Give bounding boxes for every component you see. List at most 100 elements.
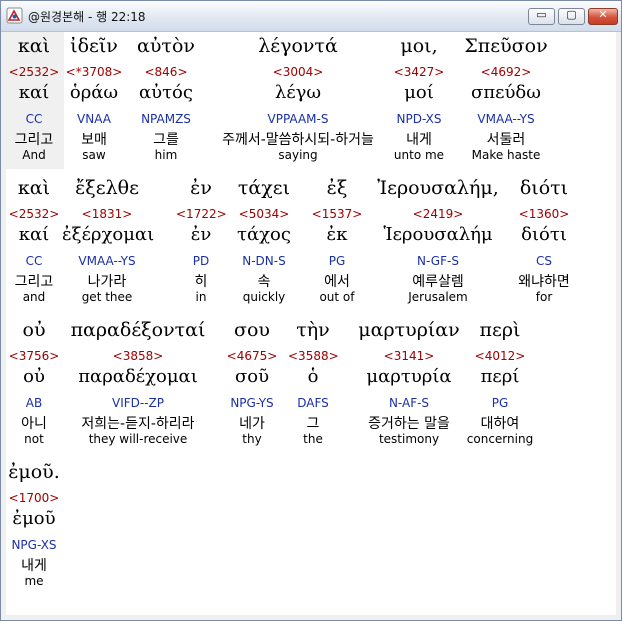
word-cell[interactable]: ἐν <1722> ἐν PD 히 in bbox=[176, 177, 227, 312]
strong-number[interactable]: <3141> bbox=[349, 349, 469, 363]
word-greek: ἰδεῖν bbox=[70, 35, 118, 57]
minimize-button[interactable]: ▭ bbox=[528, 8, 555, 25]
english-gloss: not bbox=[24, 432, 44, 446]
word-cell[interactable]: καὶ <2532> καί CC 그리고 and bbox=[6, 177, 63, 312]
word-lemma: μοί bbox=[404, 82, 434, 103]
strong-number[interactable]: <1722> bbox=[176, 207, 227, 221]
word-cell[interactable]: διότι <1360> διότι CS 왜냐하면 for bbox=[509, 177, 579, 312]
word-cell[interactable]: Σπεῦσον <4692> σπεύδω VMAA--YS 서둘러 Make haste bbox=[461, 35, 551, 170]
korean-gloss: 나가라 bbox=[87, 274, 127, 290]
word-cell[interactable]: οὐ <3756> οὐ AB 아니 not bbox=[6, 319, 63, 454]
app-logo-icon[interactable] bbox=[6, 7, 23, 24]
korean-gloss: 아니 bbox=[21, 416, 47, 432]
word-cell[interactable]: ἰδεῖν <*3708> ὁράω VNAA 보매 saw bbox=[54, 35, 134, 170]
morph-code: CC bbox=[25, 254, 43, 268]
english-gloss: me bbox=[24, 574, 44, 588]
close-button[interactable]: ✕ bbox=[588, 8, 618, 25]
word-greek: μοι, bbox=[400, 35, 438, 57]
word-cell[interactable]: μαρτυρίαν <3141> μαρτυρία N-AF-S 증거하는 말을 test… bbox=[349, 319, 469, 454]
word-greek: τάχει bbox=[237, 177, 291, 199]
interlinear-view[interactable]: καὶ <2532> καί CC 그리고 And ἰδεῖν <*3708> ὁράω VNAA… bbox=[6, 32, 616, 615]
strong-number[interactable]: <4012> bbox=[460, 349, 540, 363]
strong-number[interactable]: <3427> bbox=[379, 65, 459, 79]
strong-number[interactable]: <3756> bbox=[6, 349, 63, 363]
word-cell[interactable]: λέγοντά <3004> λέγω VPPAAM-S 주께서-말씀하시되-하거늘 sa… bbox=[213, 35, 383, 170]
morph-code: VPPAAM-S bbox=[267, 112, 329, 126]
word-greek: διότι bbox=[519, 177, 569, 199]
word-lemma: οὐ bbox=[23, 366, 45, 387]
strong-number[interactable]: <*3708> bbox=[54, 65, 134, 79]
korean-gloss: 네가 bbox=[239, 416, 265, 432]
word-cell[interactable]: τάχει <5034> τάχος N-DN-S 속 quickly bbox=[224, 177, 304, 312]
strong-number[interactable]: <2419> bbox=[368, 207, 508, 221]
strong-number[interactable]: <3858> bbox=[63, 349, 213, 363]
word-lemma: διότι bbox=[521, 224, 567, 245]
word-lemma: περί bbox=[480, 366, 520, 387]
word-cell[interactable]: ἔξελθε <1831> ἐξέρχομαι VMAA--YS 나가라 get thee bbox=[62, 177, 154, 312]
korean-gloss: 그를 bbox=[153, 132, 179, 148]
strong-number[interactable]: <1360> bbox=[509, 207, 579, 221]
word-greek: περὶ bbox=[479, 319, 521, 341]
morph-code: PD bbox=[192, 254, 210, 268]
morph-code: DAFS bbox=[297, 396, 329, 410]
word-lemma: σοῦ bbox=[234, 366, 270, 387]
english-gloss: out of bbox=[319, 290, 355, 304]
strong-number[interactable]: <3004> bbox=[213, 65, 383, 79]
strong-number[interactable]: <4692> bbox=[461, 65, 551, 79]
word-greek: μαρτυρίαν bbox=[358, 319, 460, 341]
strong-number[interactable]: <1537> bbox=[307, 207, 367, 221]
word-lemma: ὁ bbox=[307, 366, 319, 387]
word-cell[interactable]: Ἰερουσαλήμ, <2419> Ἱερουσαλήμ N-GF-S 예루살렘 Jer… bbox=[368, 177, 508, 312]
strong-number[interactable]: <3588> bbox=[288, 349, 339, 363]
word-greek: σου bbox=[234, 319, 270, 341]
word-greek: ἐξ bbox=[326, 177, 348, 199]
english-gloss: thy bbox=[242, 432, 262, 446]
korean-gloss: 에서 bbox=[324, 274, 350, 290]
strong-number[interactable]: <2532> bbox=[6, 207, 63, 221]
english-gloss: Jerusalem bbox=[408, 290, 468, 304]
word-greek: ἐν bbox=[190, 177, 212, 199]
word-cell[interactable]: σου <4675> σοῦ NPG-YS 네가 thy bbox=[222, 319, 282, 454]
word-cell[interactable]: ἐξ <1537> ἐκ PG 에서 out of bbox=[307, 177, 367, 312]
english-gloss: for bbox=[535, 290, 553, 304]
word-lemma: τάχος bbox=[237, 224, 291, 245]
morph-code: PG bbox=[328, 254, 346, 268]
word-lemma: σπεύδω bbox=[471, 82, 541, 103]
title-bar[interactable]: @원경본해 - 행 22:18 ▭ ▢ ✕ bbox=[1, 1, 621, 32]
word-greek: Ἰερουσαλήμ, bbox=[377, 177, 499, 199]
korean-gloss: 속 bbox=[257, 274, 271, 290]
korean-gloss: 저희는-듣지-하리라 bbox=[81, 416, 195, 432]
english-gloss: unto me bbox=[393, 148, 445, 162]
word-cell[interactable]: αὐτὸν <846> αὐτός NPAMZS 그를 him bbox=[126, 35, 206, 170]
english-gloss: testimony bbox=[378, 432, 440, 446]
english-gloss: and bbox=[22, 290, 46, 304]
word-lemma: ἐκ bbox=[326, 224, 348, 245]
word-cell[interactable]: τὴν <3588> ὁ DAFS 그 the bbox=[288, 319, 339, 454]
close-icon: ✕ bbox=[598, 8, 608, 21]
strong-number[interactable]: <846> bbox=[126, 65, 206, 79]
english-gloss: concerning bbox=[466, 432, 534, 446]
korean-gloss: 그 bbox=[306, 416, 320, 432]
morph-code: N-AF-S bbox=[388, 396, 430, 410]
morph-code: AB bbox=[25, 396, 43, 410]
morph-code: N-DN-S bbox=[242, 254, 286, 268]
morph-code: VMAA--YS bbox=[477, 112, 535, 126]
morph-code: N-GF-S bbox=[417, 254, 459, 268]
word-lemma: μαρτυρία bbox=[366, 366, 452, 387]
word-cell[interactable]: παραδέξονταί <3858> παραδέχομαι VIFD--ZP 저희는… bbox=[63, 319, 213, 454]
strong-number[interactable]: <5034> bbox=[224, 207, 304, 221]
word-lemma: Ἱερουσαλήμ bbox=[383, 224, 493, 245]
word-cell[interactable]: περὶ <4012> περί PG 대하여 concerning bbox=[460, 319, 540, 454]
strong-number[interactable]: <4675> bbox=[222, 349, 282, 363]
strong-number[interactable]: <1700> bbox=[6, 491, 63, 505]
restore-icon: ▢ bbox=[566, 8, 577, 21]
app-window: @원경본해 - 행 22:18 ▭ ▢ ✕ καὶ <2532> καί CC 그리고 A… bbox=[0, 0, 622, 621]
word-greek: λέγοντά bbox=[258, 35, 338, 57]
word-cell[interactable]: μοι, <3427> μοί NPD-XS 내게 unto me bbox=[379, 35, 459, 170]
strong-number[interactable]: <1831> bbox=[62, 207, 152, 221]
english-gloss: saying bbox=[278, 148, 318, 162]
word-cell[interactable]: ἐμοῦ. <1700> ἐμοῦ NPG-XS 내게 me bbox=[6, 461, 63, 596]
word-lemma: λέγω bbox=[274, 82, 322, 103]
morph-code: NPD-XS bbox=[396, 112, 442, 126]
restore-button[interactable]: ▢ bbox=[558, 8, 585, 25]
